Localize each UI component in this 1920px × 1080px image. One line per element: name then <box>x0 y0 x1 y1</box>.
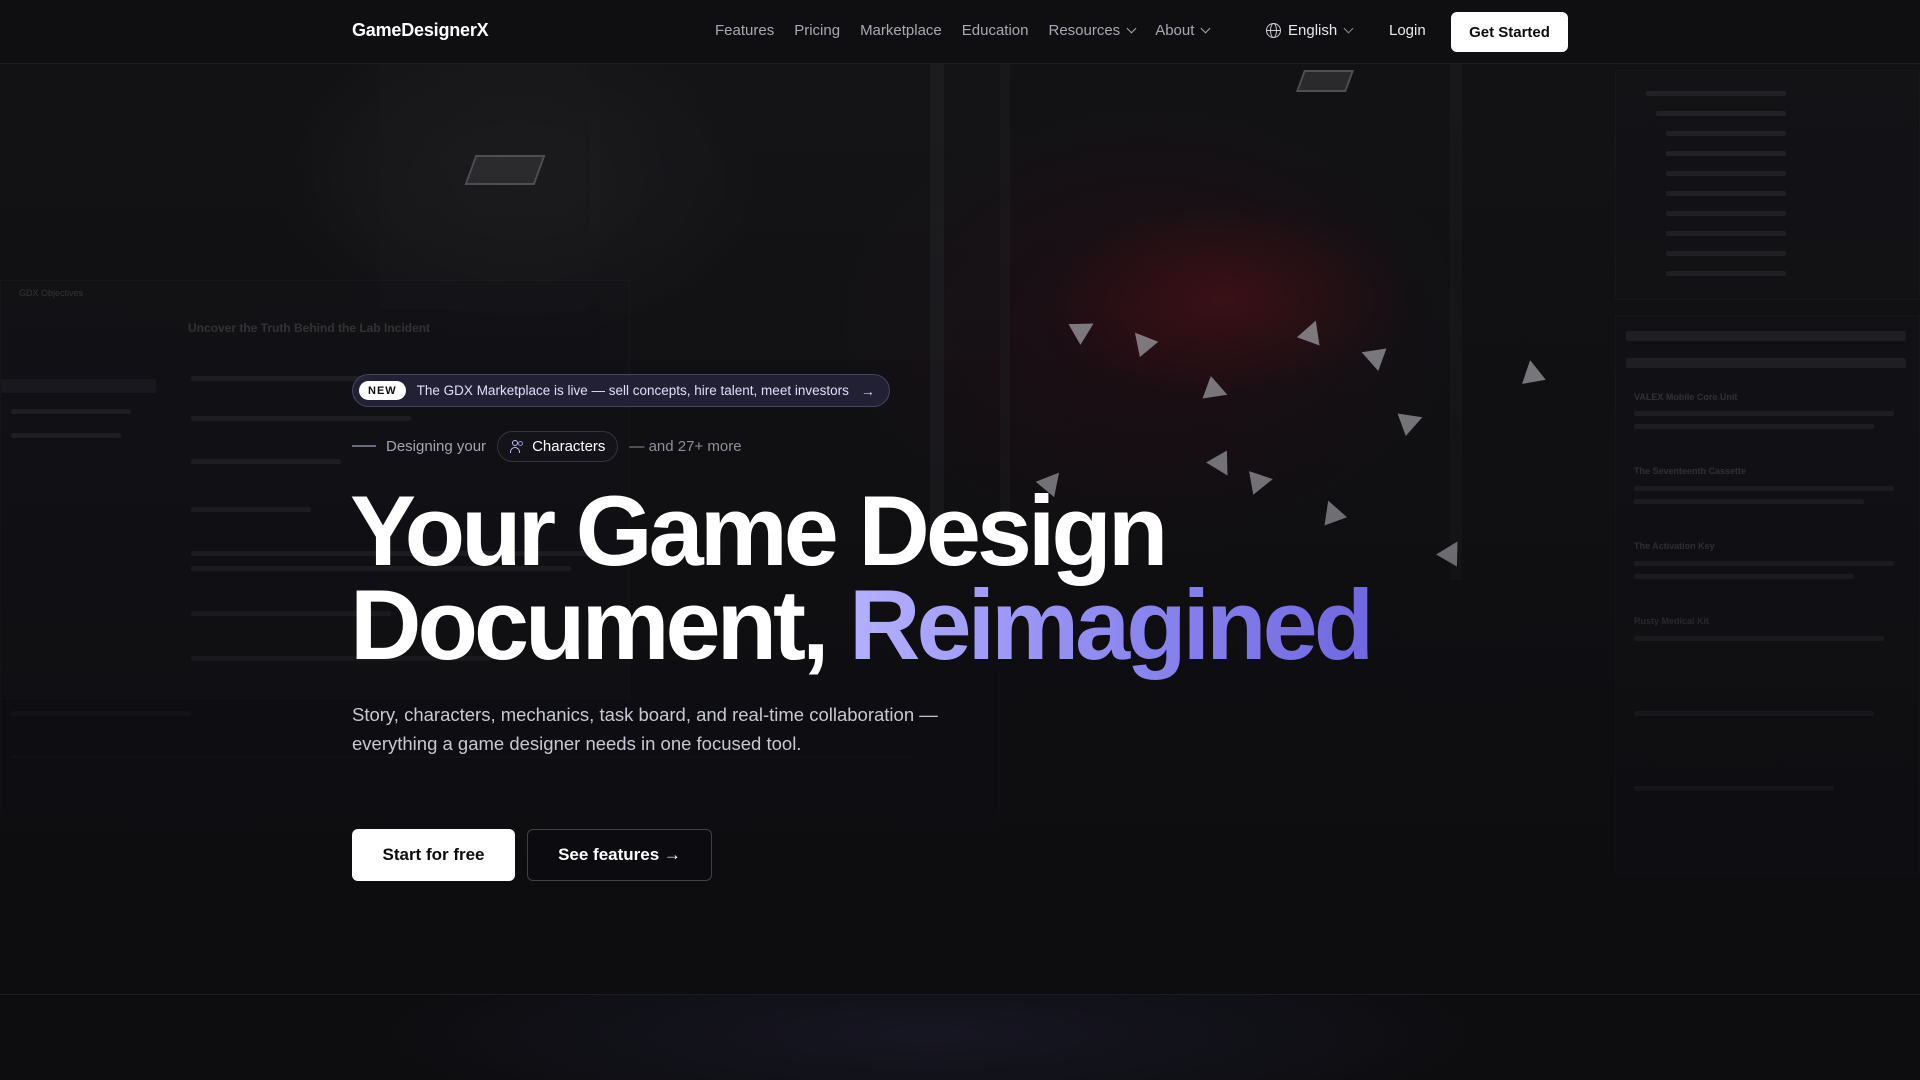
get-started-button[interactable]: Get Started <box>1451 12 1568 52</box>
users-icon <box>510 440 524 453</box>
see-features-button[interactable]: See features → <box>527 829 712 881</box>
headline-accent: Reimagined <box>849 569 1374 680</box>
start-free-button[interactable]: Start for free <box>352 829 515 881</box>
language-selector[interactable]: English <box>1266 22 1354 39</box>
top-nav: GameDesignerX Features Pricing Marketpla… <box>0 0 1920 64</box>
nav-links: Features Pricing Marketplace Education R… <box>715 22 1229 39</box>
nav-link-label: About <box>1155 22 1195 39</box>
nav-link-label: Marketplace <box>860 22 942 39</box>
designing-current-label: Characters <box>532 437 606 455</box>
designing-current-pill[interactable]: Characters <box>497 430 619 462</box>
nav-link-about[interactable]: About <box>1155 22 1211 39</box>
hero-headline: Your Game Design Document, Reimagined <box>350 481 1374 674</box>
designing-suffix: — and 27+ more <box>629 437 742 455</box>
chevron-down-icon <box>1343 23 1354 34</box>
nav-link-education[interactable]: Education <box>962 22 1029 39</box>
designing-rotator: Designing your Characters — and 27+ more <box>352 430 742 462</box>
nav-link-features[interactable]: Features <box>715 22 774 39</box>
nav-link-label: Education <box>961 22 1029 39</box>
new-badge: NEW <box>359 381 406 400</box>
announcement-pill[interactable]: NEW The GDX Marketplace is live — sell c… <box>352 374 890 407</box>
chevron-down-icon <box>1126 23 1137 34</box>
nav-link-label: Resources <box>1048 22 1121 39</box>
brand-logo[interactable]: GameDesignerX <box>352 20 489 41</box>
chevron-down-icon <box>1200 23 1211 34</box>
dash-divider <box>352 445 376 447</box>
language-label: English <box>1288 22 1338 39</box>
hero-subhead: Story, characters, mechanics, task board… <box>352 704 938 754</box>
nav-link-marketplace[interactable]: Marketplace <box>860 22 942 39</box>
headline-line-2-plain: Document, <box>350 569 850 680</box>
nav-link-label: Pricing <box>794 22 841 39</box>
designing-prefix: Designing your <box>386 437 487 455</box>
globe-icon <box>1266 23 1281 38</box>
login-link[interactable]: Login <box>1389 22 1426 39</box>
arrow-right-icon: → <box>860 382 875 399</box>
nav-link-label: Features <box>715 22 775 39</box>
hero-section: NEW The GDX Marketplace is live — sell c… <box>0 0 1920 1080</box>
nav-link-pricing[interactable]: Pricing <box>794 22 840 39</box>
nav-link-resources[interactable]: Resources <box>1048 22 1137 39</box>
announcement-text: The GDX Marketplace is live — sell conce… <box>416 383 849 398</box>
